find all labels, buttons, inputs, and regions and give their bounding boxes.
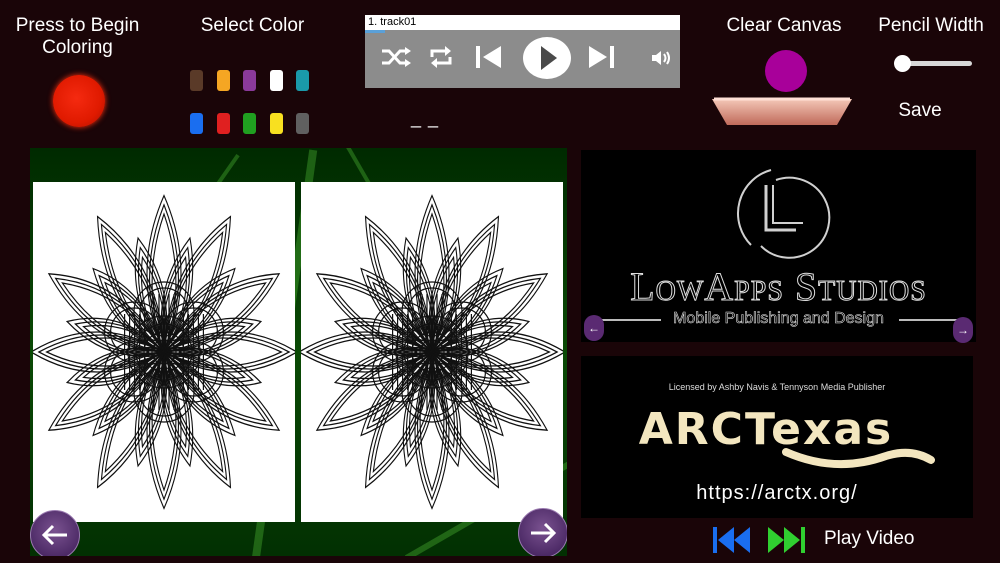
lowapps-next-button[interactable]: → <box>953 317 973 343</box>
color-swatch[interactable] <box>269 113 283 134</box>
pencil-width-label: Pencil Width <box>878 15 984 36</box>
color-swatch[interactable] <box>296 70 309 91</box>
music-player: 1. track01 <box>365 15 680 88</box>
play-icon[interactable] <box>522 36 572 80</box>
begin-coloring-button[interactable] <box>53 75 105 127</box>
mandala-drawing <box>30 194 299 510</box>
color-swatch[interactable] <box>243 70 256 91</box>
volume-icon[interactable] <box>650 49 674 67</box>
color-swatch[interactable] <box>190 70 203 91</box>
arrow-left-icon: ← <box>588 321 600 335</box>
pencil-width-slider-thumb[interactable] <box>893 55 911 72</box>
clear-canvas-label: Clear Canvas <box>726 15 842 36</box>
lowapps-prev-button[interactable]: ← <box>584 315 604 341</box>
player-status: _ _ <box>410 108 440 128</box>
previous-page-button[interactable] <box>30 510 80 556</box>
save-button[interactable]: Save <box>880 100 960 122</box>
arctexas-url[interactable]: https://arctx.org/ <box>581 482 973 505</box>
lowapps-name: LowApps Studios <box>630 264 927 310</box>
play-video-button[interactable]: Play Video <box>824 528 934 550</box>
fast-forward-video-icon[interactable] <box>766 525 806 555</box>
color-swatch[interactable] <box>269 70 283 91</box>
previous-track-icon[interactable] <box>473 44 503 70</box>
progress-bar[interactable] <box>365 30 385 33</box>
clear-canvas-button[interactable] <box>712 97 852 127</box>
arctexas-logo-text: ARCTexas <box>638 404 894 455</box>
arctexas-panel[interactable]: Licensed by Ashby Navis & Tennyson Media… <box>581 356 973 518</box>
coloring-canvas <box>30 148 567 556</box>
color-swatch[interactable] <box>216 113 230 134</box>
shuffle-icon[interactable] <box>380 46 412 68</box>
coloring-page-right[interactable] <box>297 182 567 522</box>
arrow-left-icon <box>41 524 67 546</box>
select-color-label: Select Color <box>200 15 305 36</box>
begin-coloring-label: Press to Begin Coloring <box>15 15 140 58</box>
color-swatch[interactable] <box>216 70 230 91</box>
next-track-icon[interactable] <box>587 44 617 70</box>
color-swatch[interactable] <box>243 113 256 134</box>
color-swatch[interactable] <box>190 113 203 134</box>
mandala-drawing <box>297 194 567 510</box>
lowapps-tagline: Mobile Publishing and Design <box>673 310 884 328</box>
track-title[interactable]: 1. track01 <box>365 15 680 30</box>
current-color-indicator[interactable] <box>765 50 807 92</box>
repeat-icon[interactable] <box>428 44 454 70</box>
lowapps-logo-panel[interactable]: LowApps Studios Mobile Publishing and De… <box>581 150 976 343</box>
arrow-right-icon <box>531 522 557 544</box>
color-swatch[interactable] <box>296 113 309 134</box>
coloring-page-left[interactable] <box>30 182 299 522</box>
arrow-right-icon: → <box>957 323 969 337</box>
next-page-button[interactable] <box>518 508 567 556</box>
rewind-video-icon[interactable] <box>712 525 752 555</box>
